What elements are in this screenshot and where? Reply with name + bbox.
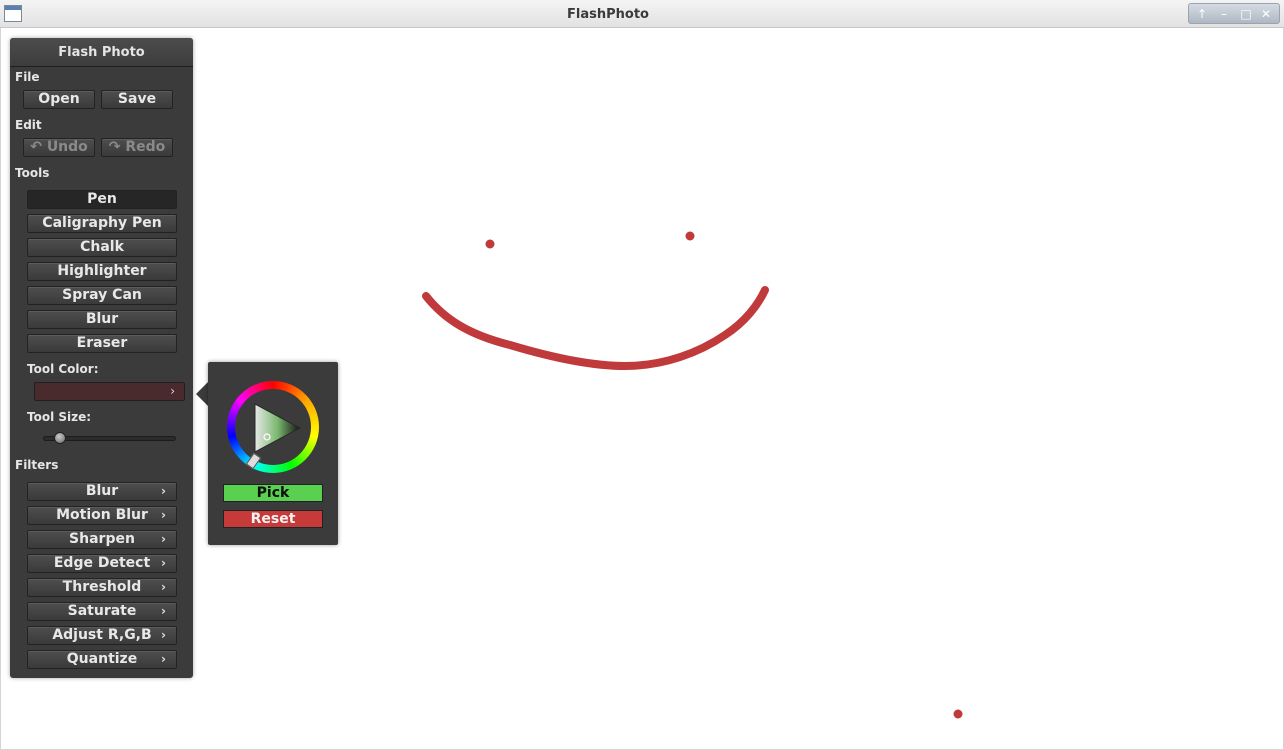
stroke-dot <box>953 709 963 719</box>
filter-sharpen-button[interactable]: Sharpen › <box>27 530 177 549</box>
chevron-right-icon: › <box>170 384 175 398</box>
chevron-right-icon: › <box>161 580 166 594</box>
tools-section-label: Tools <box>15 166 50 180</box>
color-picker-popup: Pick Reset <box>208 362 338 545</box>
stroke-curve <box>422 286 769 371</box>
tool-spray-can-button[interactable]: Spray Can <box>27 286 177 305</box>
control-panel: Flash Photo File Open Save Edit ↶ Undo ↷… <box>10 38 193 678</box>
tool-highlighter-button[interactable]: Highlighter <box>27 262 177 281</box>
pick-button[interactable]: Pick <box>223 484 323 502</box>
stroke-dot <box>485 239 495 249</box>
tool-caligraphy-pen-button[interactable]: Caligraphy Pen <box>27 214 177 233</box>
tool-size-slider-thumb[interactable] <box>54 432 66 444</box>
tool-chalk-button[interactable]: Chalk <box>27 238 177 257</box>
filter-label: Blur <box>85 483 119 499</box>
chevron-right-icon: › <box>161 532 166 546</box>
filter-label: Adjust R,G,B <box>52 627 152 643</box>
filters-section-label: Filters <box>15 458 59 472</box>
tool-pen-button[interactable]: Pen <box>27 190 177 209</box>
chevron-right-icon: › <box>161 628 166 642</box>
save-button[interactable]: Save <box>101 90 173 109</box>
chevron-right-icon: › <box>161 556 166 570</box>
tool-eraser-button[interactable]: Eraser <box>27 334 177 353</box>
filter-blur-button[interactable]: Blur › <box>27 482 177 501</box>
undo-icon: ↶ <box>30 139 47 155</box>
redo-button[interactable]: ↷ Redo <box>101 138 173 157</box>
open-button[interactable]: Open <box>23 90 95 109</box>
tool-color-label: Tool Color: <box>27 362 99 376</box>
edit-section-label: Edit <box>15 118 42 132</box>
chevron-right-icon: › <box>161 652 166 666</box>
filter-label: Saturate <box>67 603 137 619</box>
filter-label: Threshold <box>62 579 142 595</box>
chevron-right-icon: › <box>161 604 166 618</box>
filter-label: Sharpen <box>69 531 135 547</box>
filter-threshold-button[interactable]: Threshold › <box>27 578 177 597</box>
panel-title: Flash Photo <box>10 38 193 67</box>
redo-label: Redo <box>125 139 166 155</box>
reset-button[interactable]: Reset <box>223 510 323 528</box>
tool-color-swatch[interactable]: › <box>34 382 185 401</box>
saturation-triangle[interactable] <box>252 402 302 454</box>
tool-blur-button[interactable]: Blur <box>27 310 177 329</box>
redo-icon: ↷ <box>108 139 126 155</box>
undo-button[interactable]: ↶ Undo <box>23 138 95 157</box>
filter-saturate-button[interactable]: Saturate › <box>27 602 177 621</box>
tool-size-label: Tool Size: <box>27 410 92 424</box>
filter-motion-blur-button[interactable]: Motion Blur › <box>27 506 177 525</box>
chevron-right-icon: › <box>161 484 166 498</box>
filter-adjust-rgb-button[interactable]: Adjust R,G,B › <box>27 626 177 645</box>
filter-quantize-button[interactable]: Quantize › <box>27 650 177 669</box>
filter-edge-detect-button[interactable]: Edge Detect › <box>27 554 177 573</box>
file-section-label: File <box>15 70 40 84</box>
chevron-right-icon: › <box>161 508 166 522</box>
filter-label: Motion Blur <box>56 507 148 523</box>
stroke-dot <box>685 231 695 241</box>
filter-label: Quantize <box>66 651 138 667</box>
filter-label: Edge Detect <box>53 555 151 571</box>
undo-label: Undo <box>46 139 88 155</box>
